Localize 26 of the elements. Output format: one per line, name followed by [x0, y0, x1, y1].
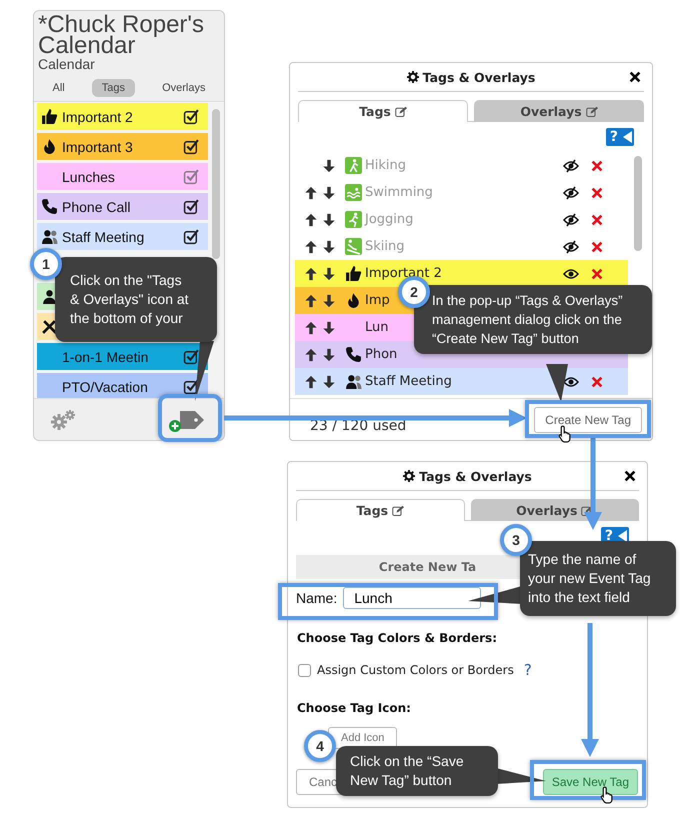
- tag-label: Lun: [365, 320, 388, 335]
- checkbox-label: Assign Custom Colors or Borders: [317, 663, 514, 677]
- callout-tooltip: Click on the “Save New Tag” button: [336, 746, 498, 796]
- tag-label: Imp: [365, 293, 390, 308]
- section-heading: Choose Tag Icon:: [296, 700, 412, 715]
- tag-label: Lunches: [62, 168, 115, 184]
- callout-tooltip: Type the name of your new Event Tag into the text field: [520, 541, 676, 616]
- callout-tooltip: Click on the "Tags & Overlays" icon at the bottom of your: [55, 257, 217, 342]
- tag-label: Phon: [365, 347, 398, 362]
- tag-label: Staff Meeting: [365, 374, 452, 389]
- dialog-title: Tags & Overlays: [422, 70, 536, 84]
- tag-label: Important 2: [62, 108, 133, 124]
- tag-label: Important 3: [62, 138, 133, 154]
- tag-label: Swimming: [365, 185, 433, 200]
- dialog-title: Tags & Overlays: [419, 468, 532, 484]
- tag-label: Hiking: [365, 158, 406, 173]
- calendar-subtitle: Calendar: [37, 56, 96, 72]
- tag-label: Staff Meeting: [62, 228, 144, 244]
- tag-label: Phone Call: [62, 198, 130, 214]
- tag-label: PTO/Vacation: [62, 378, 148, 394]
- tag-label: Skiing: [365, 239, 404, 254]
- tag-label: Jogging: [365, 212, 414, 227]
- tag-label: 1-on-1 Meetin: [62, 348, 148, 364]
- calendar-title: *Chuck Roper's Calendar: [37, 11, 205, 56]
- name-label: Name:: [296, 590, 338, 606]
- section-heading: Choose Tag Colors & Borders:: [296, 630, 498, 645]
